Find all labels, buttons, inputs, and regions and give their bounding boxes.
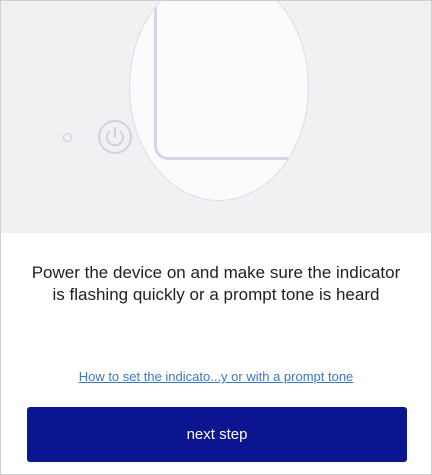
next-step-button[interactable]: next step <box>27 407 407 462</box>
device-outline <box>154 1 300 160</box>
power-icon <box>98 120 132 154</box>
setup-screen: Power the device on and make sure the in… <box>0 0 432 475</box>
device-illustration <box>1 1 431 233</box>
device-circle <box>129 1 309 201</box>
indicator-help-link[interactable]: How to set the indicato...y or with a pr… <box>11 369 421 384</box>
instruction-text: Power the device on and make sure the in… <box>31 263 401 304</box>
indicator-light-icon <box>63 133 72 142</box>
